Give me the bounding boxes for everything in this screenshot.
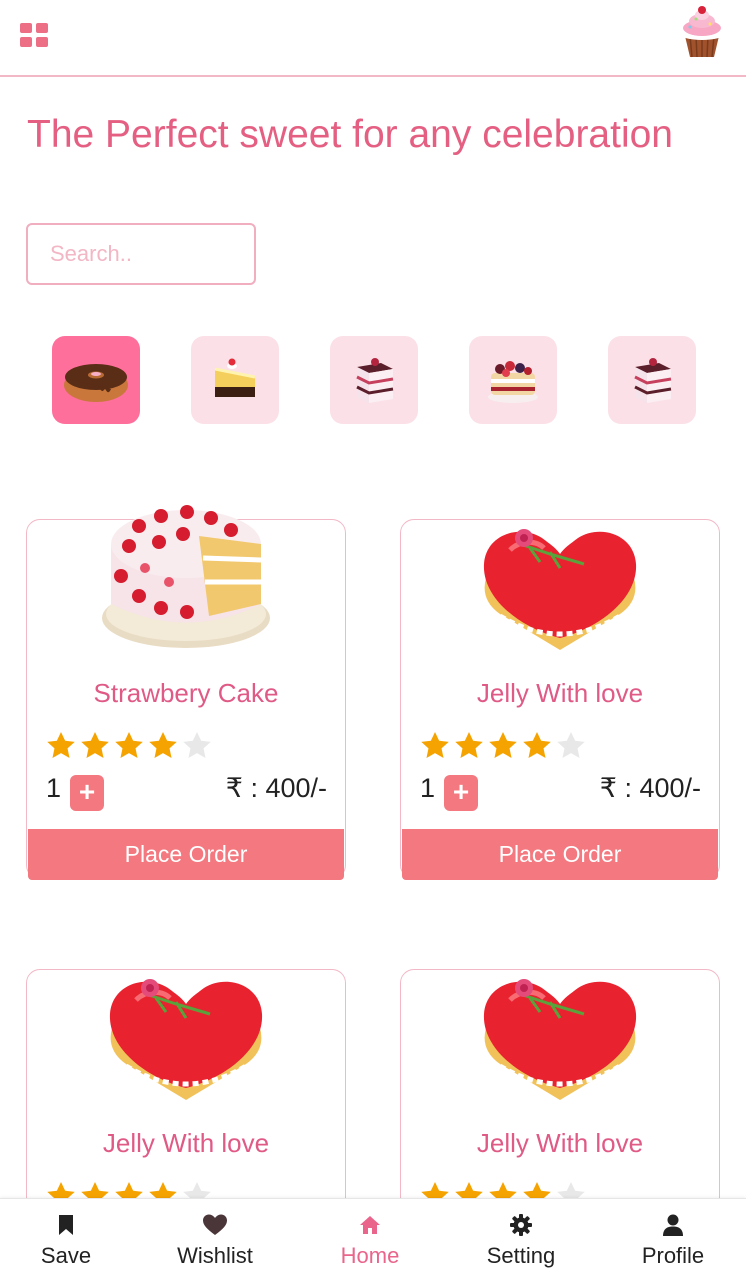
heart-jelly-cake-image (401, 518, 719, 653)
user-icon (661, 1213, 685, 1237)
product-name: Strawbery Cake (93, 678, 279, 708)
star-filled-icon (523, 732, 551, 758)
category-berry-cake[interactable] (469, 336, 557, 424)
quantity-value: 1 (46, 773, 62, 803)
star-filled-icon (115, 732, 143, 758)
nav-save[interactable]: Save (26, 1199, 106, 1280)
cheesecake-slice-icon (214, 358, 256, 397)
nav-home[interactable]: Home (330, 1199, 410, 1280)
page-title: The Perfect sweet for any celebration (27, 113, 673, 156)
product-name: Jelly With love (476, 1128, 644, 1158)
nav-label: Wishlist (177, 1243, 253, 1268)
nav-label: Profile (641, 1243, 705, 1268)
nav-wishlist[interactable]: Wishlist (170, 1199, 260, 1280)
star-filled-icon (81, 732, 109, 758)
place-order-button[interactable]: Place Order (402, 829, 718, 880)
category-bundt-cake[interactable] (52, 336, 140, 424)
star-empty-icon (557, 732, 585, 758)
home-icon (358, 1213, 382, 1237)
product-card[interactable]: Jelly With love 1 + ₹ : 400/- Place Orde… (400, 518, 720, 880)
rating-stars (419, 730, 587, 762)
product-card[interactable]: Strawbery Cake 1 + ₹ : 400/- Place Order (26, 505, 346, 880)
quantity-value: 1 (420, 773, 436, 803)
bottom-navigation: Save Wishlist Home Setting Profile (0, 1198, 746, 1280)
product-name: Jelly With love (102, 1128, 270, 1158)
star-filled-icon (421, 732, 449, 758)
bookmark-icon (54, 1213, 78, 1237)
product-price: ₹ : 400/- (599, 773, 701, 803)
berry-layer-cake-icon (488, 361, 538, 403)
increment-button[interactable]: + (70, 775, 104, 811)
product-price: ₹ : 400/- (225, 773, 327, 803)
increment-button[interactable]: + (444, 775, 478, 811)
top-bar (0, 0, 746, 77)
nav-label: Home (340, 1243, 400, 1268)
star-empty-icon (183, 732, 211, 758)
star-filled-icon (149, 732, 177, 758)
star-filled-icon (489, 732, 517, 758)
heart-icon (203, 1213, 227, 1237)
pastry-slice-icon (634, 358, 672, 403)
gear-icon (509, 1213, 533, 1237)
category-pastry-2[interactable] (608, 336, 696, 424)
heart-jelly-cake-image (27, 968, 345, 1103)
grid-menu-icon[interactable] (20, 23, 48, 47)
bundt-cake-icon (64, 364, 128, 402)
nav-label: Save (40, 1243, 92, 1268)
strawberry-cake-image (27, 496, 345, 651)
product-name: Jelly With love (476, 678, 644, 708)
nav-profile[interactable]: Profile (633, 1199, 713, 1280)
heart-jelly-cake-image (401, 968, 719, 1103)
pastry-slice-icon (356, 358, 394, 403)
star-filled-icon (455, 732, 483, 758)
star-filled-icon (47, 732, 75, 758)
category-list (52, 336, 696, 425)
category-pastry-1[interactable] (330, 336, 418, 424)
cupcake-logo[interactable] (676, 4, 728, 60)
nav-label: Setting (486, 1243, 556, 1268)
nav-setting[interactable]: Setting (476, 1199, 566, 1280)
place-order-button[interactable]: Place Order (28, 829, 344, 880)
search-input[interactable] (26, 223, 256, 285)
category-cheesecake[interactable] (191, 336, 279, 424)
rating-stars (45, 730, 213, 762)
